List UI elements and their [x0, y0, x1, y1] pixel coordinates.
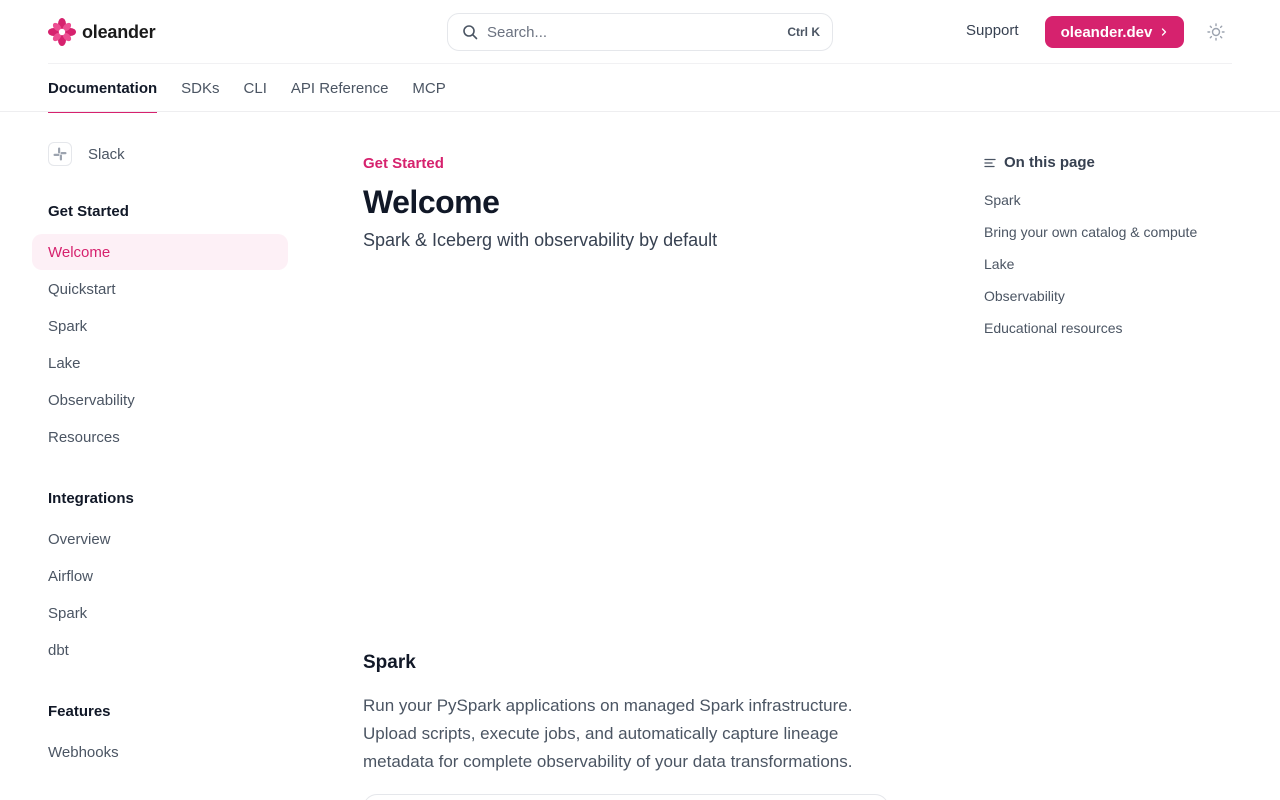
sidebar-item-label: Slack	[88, 145, 125, 163]
sidebar-group-integrations: Integrations	[48, 490, 134, 507]
page-title: Welcome	[363, 184, 500, 220]
sidebar-item-spark-integration[interactable]: Spark	[32, 595, 288, 631]
toc-item-spark[interactable]: Spark	[984, 192, 1021, 208]
sidebar-item-webhooks[interactable]: Webhooks	[32, 734, 288, 770]
support-link[interactable]: Support	[966, 22, 1019, 39]
toc-heading: On this page	[984, 154, 1095, 171]
chevron-right-icon	[1162, 28, 1167, 36]
top-header: oleander Search... Ctrl K Support oleand…	[0, 0, 1280, 64]
content-card	[363, 794, 889, 800]
media-embed-area	[363, 280, 889, 630]
sidebar-group-features: Features	[48, 703, 111, 720]
sidebar-item-airflow[interactable]: Airflow	[32, 558, 288, 594]
slack-icon-box	[48, 142, 72, 166]
toc-item-catalog-compute[interactable]: Bring your own catalog & compute	[984, 224, 1197, 240]
slack-icon	[53, 147, 67, 161]
page-subtitle: Spark & Iceberg with observability by de…	[363, 230, 718, 250]
sidebar: Slack Get Started Welcome Quickstart Spa…	[32, 112, 288, 800]
tab-cli[interactable]: CLI	[244, 64, 267, 112]
oleander-dev-button[interactable]: oleander.dev	[1045, 16, 1184, 48]
sidebar-item-lake[interactable]: Lake	[32, 345, 288, 381]
search-shortcut: Ctrl K	[787, 25, 820, 39]
sidebar-item-resources[interactable]: Resources	[32, 419, 288, 455]
sidebar-item-quickstart[interactable]: Quickstart	[32, 271, 288, 307]
tabs-list: Documentation SDKs CLI API Reference MCP	[48, 64, 1232, 113]
sidebar-item-welcome[interactable]: Welcome	[32, 234, 288, 270]
tab-documentation[interactable]: Documentation	[48, 64, 158, 113]
toc-item-lake[interactable]: Lake	[984, 256, 1014, 272]
toc-heading-label: On this page	[1004, 154, 1095, 171]
sun-icon	[1207, 23, 1225, 41]
nav-tabs: Documentation SDKs CLI API Reference MCP	[48, 63, 1232, 113]
section-title-spark: Spark	[363, 652, 416, 673]
sidebar-group-get-started: Get Started	[48, 203, 129, 220]
sidebar-item-observability[interactable]: Observability	[32, 382, 288, 418]
sidebar-item-dbt[interactable]: dbt	[32, 632, 288, 668]
section-body-spark: Run your PySpark applications on managed…	[363, 696, 853, 771]
list-icon	[984, 158, 996, 167]
toc-item-observability[interactable]: Observability	[984, 288, 1065, 304]
oleander-flower-icon	[48, 18, 76, 46]
search-input[interactable]: Search... Ctrl K	[447, 13, 833, 51]
toc-item-educational-resources[interactable]: Educational resources	[984, 320, 1123, 336]
theme-toggle[interactable]	[1204, 20, 1228, 44]
tab-api-reference[interactable]: API Reference	[291, 64, 389, 112]
sidebar-item-overview[interactable]: Overview	[32, 521, 288, 557]
sidebar-item-spark[interactable]: Spark	[32, 308, 288, 344]
tab-sdks[interactable]: SDKs	[181, 64, 219, 112]
search-icon	[463, 25, 478, 40]
breadcrumb: Get Started	[363, 155, 444, 172]
tab-mcp[interactable]: MCP	[412, 64, 445, 112]
search-placeholder: Search...	[487, 23, 548, 41]
cta-label: oleander.dev	[1060, 23, 1153, 41]
logo[interactable]: oleander	[48, 18, 156, 46]
sidebar-item-slack[interactable]: Slack	[48, 142, 125, 166]
logo-text: oleander	[82, 21, 156, 42]
